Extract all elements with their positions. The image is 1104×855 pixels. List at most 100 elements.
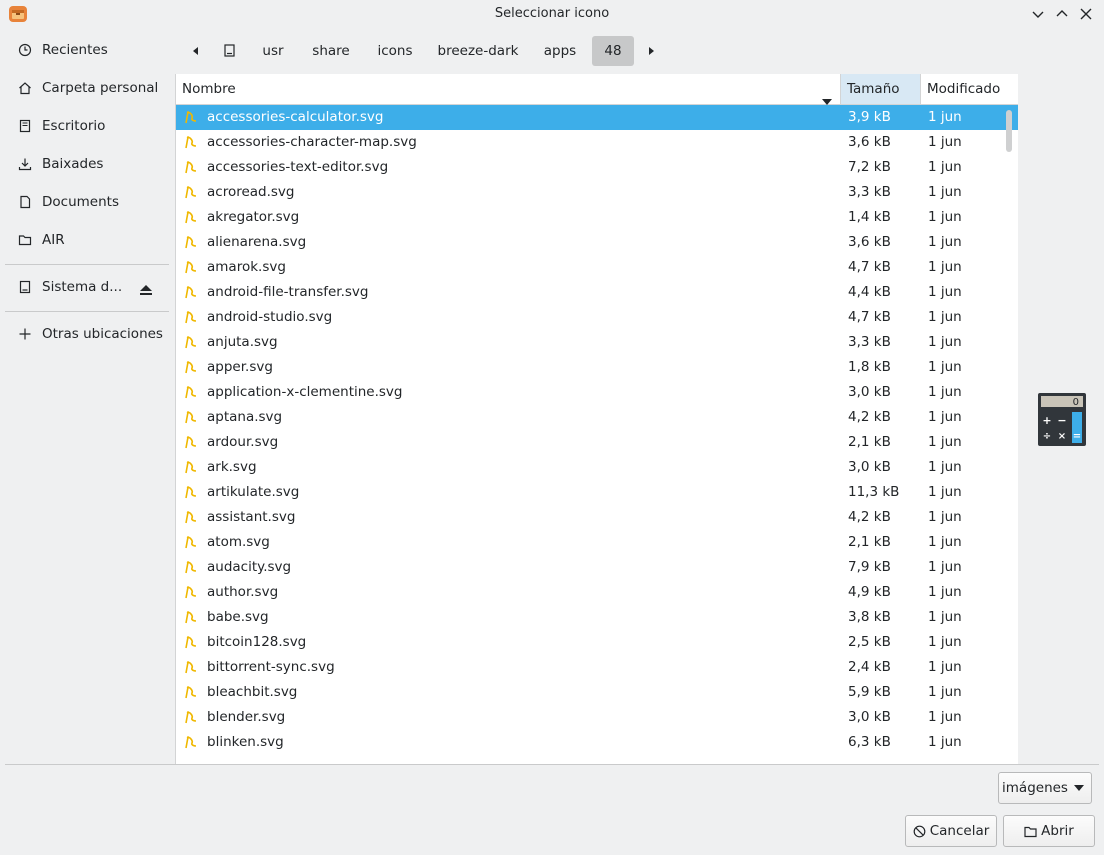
cancel-label: Cancelar [929, 823, 990, 839]
file-name: artikulate.svg [207, 484, 300, 500]
table-row[interactable]: bitcoin128.svg 2,5 kB 1 jun [176, 630, 1018, 655]
file-name: bittorrent-sync.svg [207, 659, 335, 675]
window-title: Seleccionar icono [494, 6, 610, 21]
svg-file-icon [185, 486, 197, 499]
file-size: 7,2 kB [848, 159, 891, 175]
table-row[interactable]: apper.svg 1,8 kB 1 jun [176, 355, 1018, 380]
document-icon [18, 195, 32, 209]
path-back-button[interactable] [185, 36, 207, 66]
svg-file-icon [185, 336, 197, 349]
sidebar-item-home[interactable]: Carpeta personal [0, 70, 174, 106]
file-modified: 1 jun [928, 484, 962, 500]
sidebar-item-system-drive[interactable]: Sistema d... [0, 269, 174, 305]
eject-icon[interactable] [140, 283, 152, 295]
file-name: bitcoin128.svg [207, 634, 307, 650]
svg-file-icon [185, 686, 197, 699]
svg-text:+: + [1042, 414, 1051, 427]
table-row[interactable]: ardour.svg 2,1 kB 1 jun [176, 430, 1018, 455]
path-crumb-usr[interactable]: usr [251, 36, 295, 66]
column-header-modified[interactable]: Modificado [921, 74, 1018, 105]
table-row[interactable]: accessories-calculator.svg 3,9 kB 1 jun [176, 105, 1018, 130]
table-row[interactable]: accessories-text-editor.svg 7,2 kB 1 jun [176, 155, 1018, 180]
table-row[interactable]: alienarena.svg 3,6 kB 1 jun [176, 230, 1018, 255]
table-row[interactable]: audacity.svg 7,9 kB 1 jun [176, 555, 1018, 580]
table-row[interactable]: amarok.svg 4,7 kB 1 jun [176, 255, 1018, 280]
sidebar-item-documents[interactable]: Documents [0, 184, 174, 220]
cancel-button[interactable]: Cancelar [905, 815, 997, 847]
close-button[interactable] [1078, 6, 1094, 22]
file-size: 3,3 kB [848, 334, 891, 350]
path-crumb-48[interactable]: 48 [592, 36, 634, 66]
sort-down-icon [822, 86, 832, 105]
file-size: 4,2 kB [848, 409, 891, 425]
table-row[interactable]: aptana.svg 4,2 kB 1 jun [176, 405, 1018, 430]
svg-file-icon [185, 536, 197, 549]
svg-file-icon [185, 211, 197, 224]
path-crumb-share[interactable]: share [303, 36, 359, 66]
file-size: 11,3 kB [848, 484, 900, 500]
table-row[interactable]: bittorrent-sync.svg 2,4 kB 1 jun [176, 655, 1018, 680]
table-row[interactable]: acroread.svg 3,3 kB 1 jun [176, 180, 1018, 205]
svg-text:0: 0 [1073, 397, 1079, 408]
path-crumb-icons[interactable]: icons [367, 36, 423, 66]
table-row[interactable]: android-studio.svg 4,7 kB 1 jun [176, 305, 1018, 330]
file-modified: 1 jun [928, 559, 962, 575]
maximize-button[interactable] [1054, 6, 1070, 22]
sidebar-item-other-locations[interactable]: Otras ubicaciones [0, 316, 174, 352]
table-row[interactable]: author.svg 4,9 kB 1 jun [176, 580, 1018, 605]
file-type-filter[interactable]: imágenes [998, 772, 1092, 804]
table-row[interactable]: blinken.svg 6,3 kB 1 jun [176, 730, 1018, 755]
column-header-label: Nombre [182, 81, 236, 97]
table-row[interactable]: blender.svg 3,0 kB 1 jun [176, 705, 1018, 730]
sidebar-item-recent[interactable]: Recientes [0, 32, 174, 68]
table-row[interactable]: atom.svg 2,1 kB 1 jun [176, 530, 1018, 555]
minimize-button[interactable] [1030, 6, 1046, 22]
table-row[interactable]: application-x-clementine.svg 3,0 kB 1 jun [176, 380, 1018, 405]
svg-file-icon [185, 136, 197, 149]
file-modified: 1 jun [928, 584, 962, 600]
table-row[interactable]: ark.svg 3,0 kB 1 jun [176, 455, 1018, 480]
table-row[interactable]: accessories-character-map.svg 3,6 kB 1 jun [176, 130, 1018, 155]
cancel-icon [913, 825, 926, 837]
file-size: 3,0 kB [848, 384, 891, 400]
table-row[interactable]: assistant.svg 4,2 kB 1 jun [176, 505, 1018, 530]
file-name: accessories-character-map.svg [207, 134, 417, 150]
file-name: assistant.svg [207, 509, 296, 525]
scrollbar-thumb[interactable] [1006, 110, 1012, 152]
table-row[interactable]: android-file-transfer.svg 4,4 kB 1 jun [176, 280, 1018, 305]
drive-icon [18, 280, 32, 294]
file-modified: 1 jun [928, 109, 962, 125]
sidebar-item-downloads[interactable]: Baixades [0, 146, 174, 182]
file-modified: 1 jun [928, 709, 962, 725]
file-name: bleachbit.svg [207, 684, 298, 700]
filter-label: imágenes [1002, 780, 1068, 796]
title-bar: Seleccionar icono [0, 0, 1104, 28]
path-forward-button[interactable] [640, 36, 662, 66]
file-modified: 1 jun [928, 159, 962, 175]
table-row[interactable]: akregator.svg 1,4 kB 1 jun [176, 205, 1018, 230]
file-modified: 1 jun [928, 134, 962, 150]
table-row[interactable]: bleachbit.svg 5,9 kB 1 jun [176, 680, 1018, 705]
file-modified: 1 jun [928, 459, 962, 475]
file-list: Nombre Tamaño Modificado accessories-cal… [175, 74, 1018, 764]
sidebar-separator [5, 264, 169, 265]
svg-file-icon [185, 611, 197, 624]
table-row[interactable]: artikulate.svg 11,3 kB 1 jun [176, 480, 1018, 505]
sidebar-item-air[interactable]: AIR [0, 222, 174, 258]
path-crumb-apps[interactable]: apps [533, 36, 587, 66]
table-row[interactable]: anjuta.svg 3,3 kB 1 jun [176, 330, 1018, 355]
file-modified: 1 jun [928, 409, 962, 425]
column-header-size[interactable]: Tamaño [841, 74, 920, 105]
svg-file-icon [185, 736, 197, 749]
desktop-icon [18, 119, 32, 133]
path-root-button[interactable] [217, 36, 241, 66]
path-crumb-breeze-dark[interactable]: breeze-dark [431, 36, 525, 66]
svg-file-icon [185, 511, 197, 524]
open-button[interactable]: Abrir [1003, 815, 1095, 847]
table-row[interactable]: babe.svg 3,8 kB 1 jun [176, 605, 1018, 630]
svg-file-icon [185, 636, 197, 649]
file-name: blinken.svg [207, 734, 284, 750]
file-name: android-file-transfer.svg [207, 284, 369, 300]
sidebar-item-desktop[interactable]: Escritorio [0, 108, 174, 144]
column-header-name[interactable]: Nombre [176, 74, 840, 105]
